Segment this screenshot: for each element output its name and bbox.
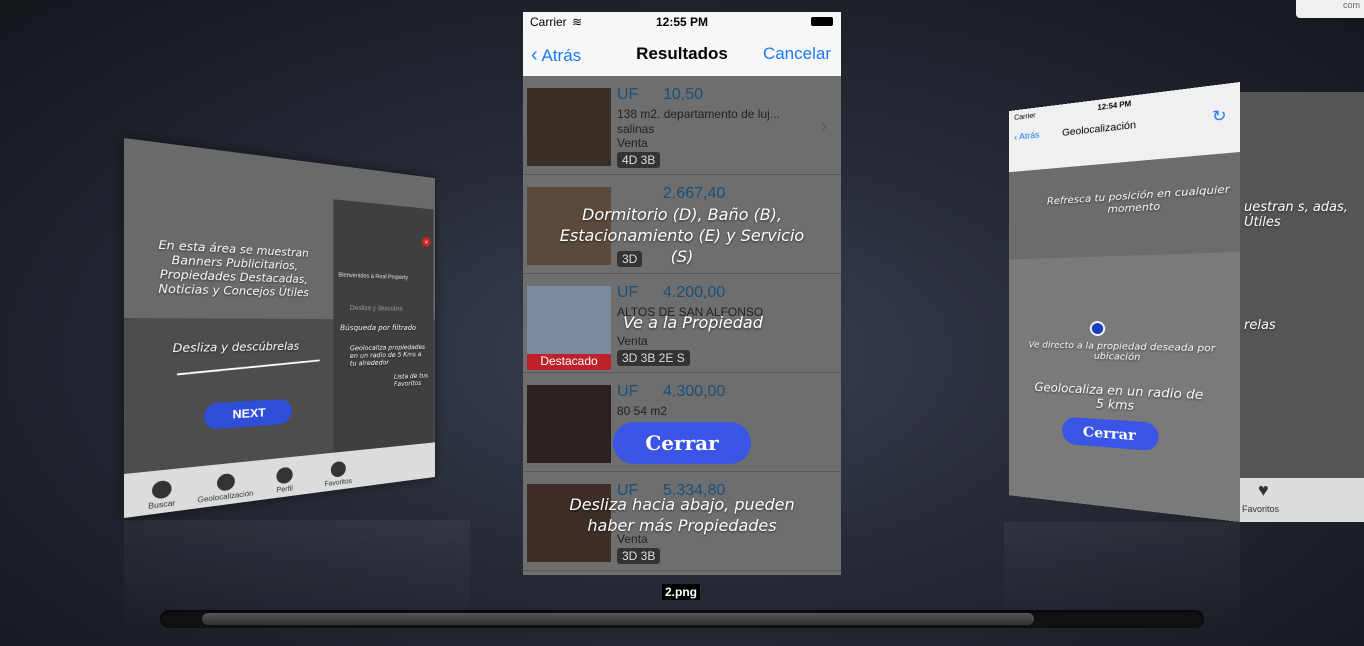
user-icon [276, 466, 293, 485]
tab-label: Perfil [276, 484, 293, 495]
pin-icon [217, 472, 235, 492]
cancel-button[interactable]: Cancelar [763, 44, 831, 64]
tab-geolocalizacion[interactable]: Geolocalización [196, 471, 255, 505]
price-currency: UF [617, 86, 639, 103]
legend-annotation: Dormitorio (D), Baño (B), Estacionamient… [559, 205, 805, 266]
tab-buscar[interactable]: Buscar [129, 477, 194, 513]
back-label: Atrás [1019, 130, 1040, 143]
price-value: 2.667,40 [663, 185, 726, 202]
battery-icon [811, 17, 833, 26]
price-value: 10,50 [663, 86, 704, 103]
tab-favoritos[interactable]: Favoritos [313, 459, 363, 490]
geo-annotation: Geolocaliza propiedades en un radio de 5… [349, 343, 426, 368]
price-value: 4.300,00 [663, 383, 726, 400]
price-currency: UF [617, 284, 639, 301]
far-tabbar: ♥ Favoritos [1240, 478, 1364, 522]
tab-label: Geolocalización [197, 489, 254, 505]
scroll-annotation: Desliza hacia abajo, pueden haber más Pr… [569, 495, 795, 535]
heart-icon: ♥ [1258, 480, 1269, 500]
tutorial-card-geolocation[interactable]: Carrier 12:54 PM ‹ Atrás Geolocalización… [1009, 82, 1240, 522]
image-caption: 2.png [662, 584, 700, 600]
coverflow-stage: com En esta área se muestran Banners Pub… [0, 0, 1364, 646]
room-badges: 4D 3B [617, 152, 661, 168]
banner-annotation: En esta área se muestran Banners Publici… [158, 238, 309, 299]
time-label: 12:55 PM [655, 15, 709, 29]
close-icon[interactable]: × [422, 236, 431, 248]
tutorial-card-far: uestran s, adas, Útiles relas ♥ Favorito… [1240, 92, 1364, 522]
tab-label: Favoritos [324, 476, 352, 489]
filter-annotation: Búsqueda por filtrado [340, 324, 417, 333]
location-dot-icon [1089, 321, 1106, 337]
page-title: Geolocalización [1062, 119, 1137, 139]
property-description: 138 m2. departamento de luj... [617, 107, 780, 121]
goto-annotation: Ve a la Propiedad [623, 313, 763, 332]
property-operation: Venta [617, 334, 648, 348]
tutorial-card-results[interactable]: Carrier ≋ 12:55 PM ‹ Atrás Resultados Ca… [523, 12, 841, 575]
refresh-icon[interactable]: ↻ [1212, 106, 1227, 127]
far-snippet-2: relas [1244, 318, 1276, 333]
swipe-arrow-icon [176, 359, 320, 376]
search-icon [152, 479, 172, 500]
room-badges: 3D 3B 2E S [617, 350, 690, 366]
tutorial-card-home[interactable]: En esta área se muestran Banners Publici… [124, 138, 435, 518]
favorites-annotation: Lista de tus Favoritos [393, 371, 429, 388]
slide-label: Desliza y descubra [349, 304, 403, 313]
property-photo [527, 385, 611, 463]
back-button[interactable]: ‹ Atrás [1014, 130, 1039, 142]
tab-label: Favoritos [1242, 504, 1280, 514]
refresh-annotation: Refresca tu posición en cualquier moment… [1046, 182, 1230, 216]
status-bar: Carrier ≋ 12:55 PM [523, 12, 841, 32]
close-overlay-button[interactable]: Cerrar [613, 422, 751, 464]
price-currency: UF [617, 383, 639, 400]
property-photo [527, 88, 611, 166]
featured-badge: Destacado [527, 354, 611, 370]
carrier-label: Carrier [1014, 111, 1036, 122]
property-photo [527, 286, 611, 364]
scrollbar-thumb[interactable] [202, 613, 1034, 625]
nav-bar: Carrier 12:54 PM ‹ Atrás Geolocalización… [1009, 82, 1240, 173]
tab-bar: Buscar Geolocalización Perfil Favoritos [124, 442, 435, 518]
property-description: 80 54 m2 [617, 404, 668, 418]
tab-perfil[interactable]: Perfil [257, 465, 311, 497]
nav-bar: ‹ Atrás Resultados Cancelar [523, 32, 841, 77]
property-operation: Venta [617, 136, 648, 150]
swipe-annotation: Desliza y descúbrelas [172, 340, 300, 355]
welcome-text: Bienvenidos a Real Property [338, 272, 408, 281]
far-snippet-1: uestran s, adas, Útiles [1244, 200, 1348, 230]
inner-screen: Bienvenidos a Real Property Desliza y de… [333, 199, 434, 457]
tab-label: Buscar [148, 498, 176, 511]
heart-icon [330, 460, 346, 478]
corner-label: com [1296, 0, 1364, 18]
next-button[interactable]: NEXT [203, 398, 292, 430]
property-location: salinas [617, 122, 655, 136]
price-value: 4.200,00 [663, 284, 726, 301]
chevron-left-icon: ‹ [1014, 132, 1018, 143]
list-item[interactable]: UF 10,50 138 m2. departamento de luj... … [523, 76, 841, 175]
time-label: 12:54 PM [1097, 99, 1132, 112]
chevron-right-icon: › [821, 116, 827, 136]
room-badges: 3D 3B [617, 548, 661, 564]
